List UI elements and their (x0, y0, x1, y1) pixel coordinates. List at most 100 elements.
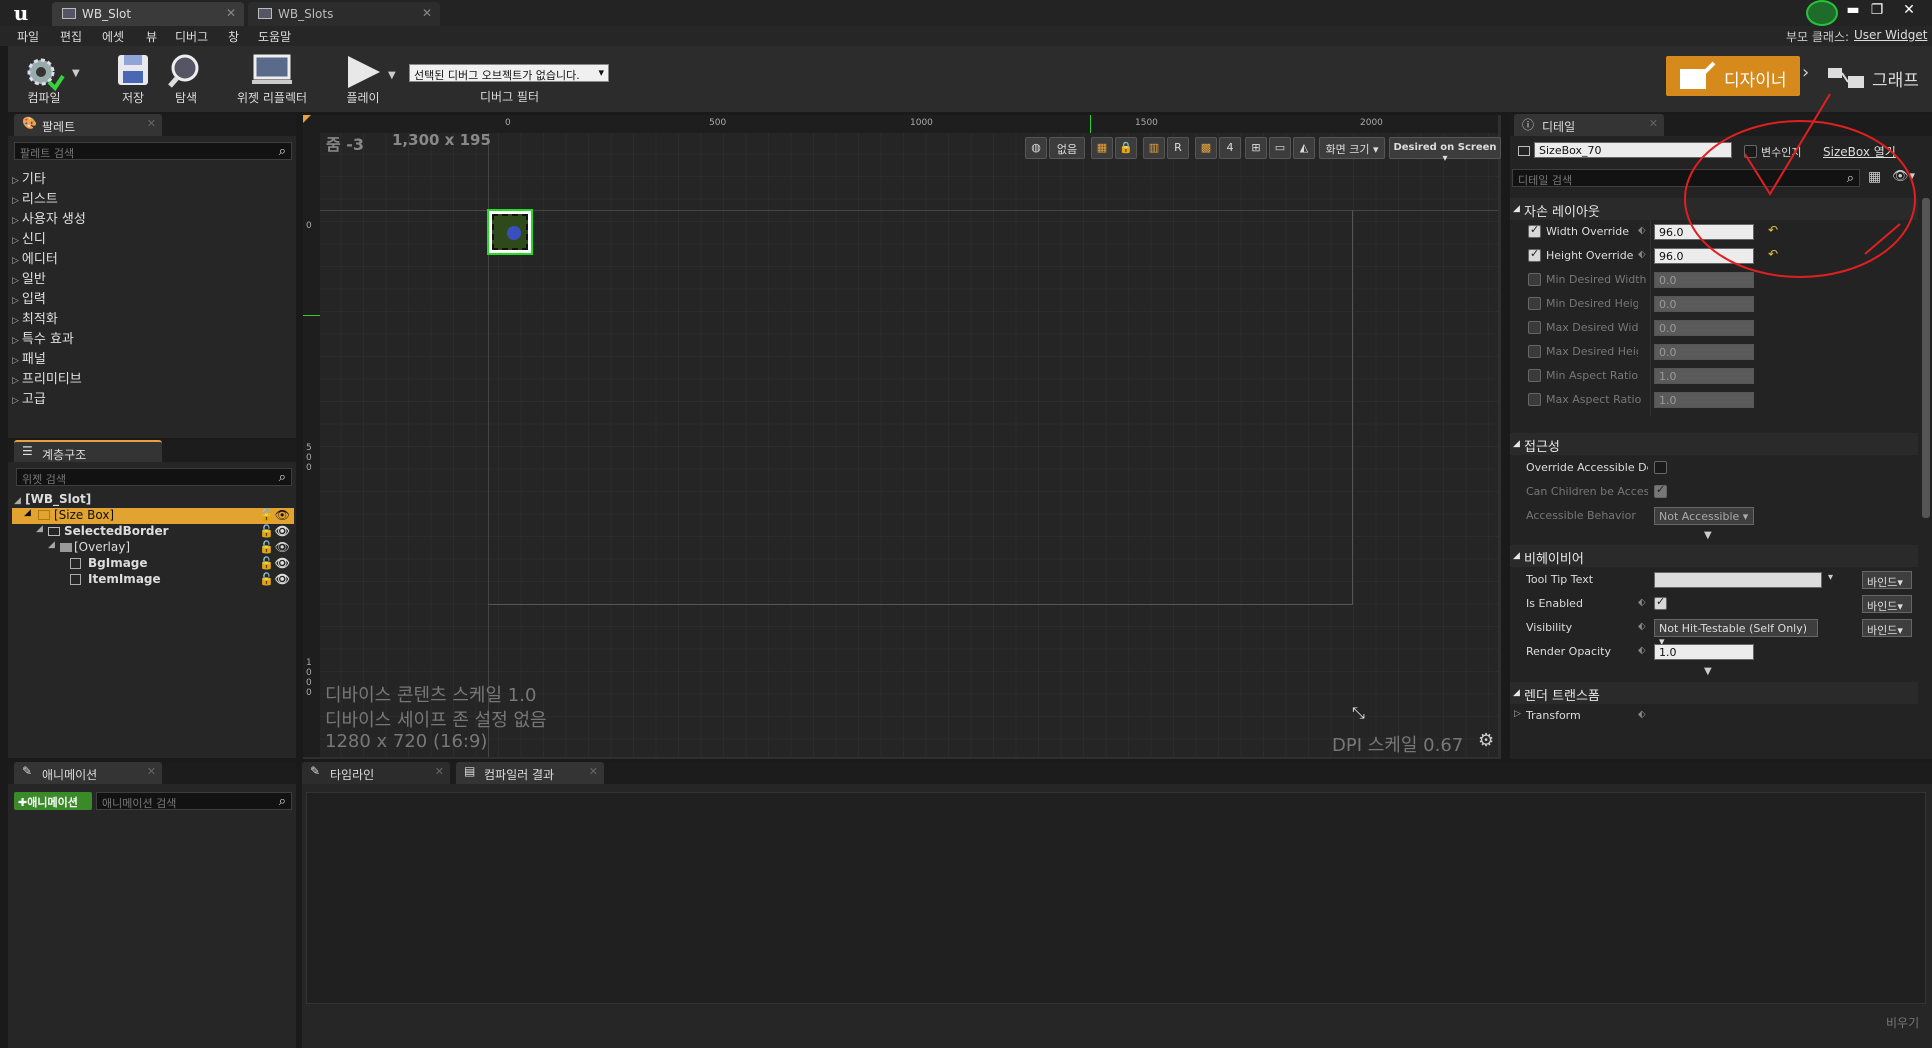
snap-toggle-button[interactable]: ▦ (1091, 137, 1113, 159)
hierarchy-row[interactable]: ◢ [WB_Slot] (14, 492, 294, 508)
compile-button[interactable]: 컴파일 (12, 46, 76, 110)
expand-advanced-icon[interactable]: ▼ (1704, 530, 1712, 541)
menu-window[interactable]: 창 (228, 28, 239, 45)
menu-file[interactable]: 파일 (17, 28, 39, 45)
close-icon[interactable]: ✕ (226, 6, 236, 20)
palette-search-input[interactable]: 팔레트 검색 ⌕ (14, 142, 292, 160)
bind-button[interactable]: 바인드▾ (1862, 619, 1912, 637)
eye-icon[interactable]: 👁 (275, 508, 290, 522)
play-options-chevron-icon[interactable]: ▼ (388, 70, 396, 81)
maximize-button[interactable]: ❐ (1866, 2, 1888, 20)
mirror-button[interactable]: ◭ (1293, 137, 1315, 159)
widget-search-input[interactable]: 위젯 검색 ⌕ (16, 468, 292, 486)
palette-category[interactable]: ▷ 프리미티브 (12, 368, 82, 387)
palette-category[interactable]: ▷ 사용자 생성 (12, 208, 86, 227)
width-override-checkbox[interactable] (1528, 223, 1541, 238)
close-window-button[interactable]: ✕ (1898, 2, 1920, 20)
close-icon[interactable]: ✕ (147, 765, 156, 778)
palette-category[interactable]: ▷ 에디터 (12, 248, 58, 267)
designer-viewport[interactable]: 0 500 1000 1500 2000 0 500 1000 줌 -3 1,3… (303, 115, 1501, 759)
menu-debug[interactable]: 디버그 (175, 28, 208, 45)
parent-class-link[interactable]: User Widget (1854, 28, 1927, 42)
lock-icon[interactable]: 🔓 (259, 572, 274, 586)
max-aspect-ratio-checkbox[interactable] (1528, 393, 1541, 406)
grid-size-button[interactable]: 4 (1219, 137, 1241, 159)
minimize-button[interactable]: ▬ (1842, 2, 1864, 20)
palette-category[interactable]: ▷ 리스트 (12, 188, 58, 207)
palette-category[interactable]: ▷ 일반 (12, 268, 46, 287)
add-animation-button[interactable]: ✚애니메이션 (14, 792, 92, 810)
fill-mode-dropdown[interactable]: Desired on Screen ▾ (1389, 137, 1501, 164)
screen-size-dropdown[interactable]: 화면 크기 ▾ (1319, 137, 1385, 159)
widget-reflector-button[interactable]: 위젯 리플렉터 (230, 46, 314, 110)
resize-handle-icon[interactable]: ⤡ (1352, 703, 1365, 723)
hierarchy-row[interactable]: BgImage 🔓 👁 (12, 556, 294, 572)
tooltip-text-input[interactable] (1654, 572, 1822, 588)
tab-animations[interactable]: ✎ 애니메이션 ✕ (14, 762, 162, 784)
visibility-select[interactable]: Not Hit-Testable (Self Only) ▾ (1654, 619, 1818, 648)
selected-widget-sizebox[interactable] (487, 209, 533, 255)
palette-category[interactable]: ▷ 신디 (12, 228, 46, 247)
section-render-transform[interactable]: ◢ 렌더 트랜스폼 (1510, 682, 1918, 704)
animation-search-input[interactable]: 애니메이션 검색 ⌕ (96, 792, 292, 810)
hierarchy-row[interactable]: ◢ SelectedBorder 🔓 👁 (12, 524, 294, 540)
save-button[interactable]: 저장 (108, 46, 158, 110)
menu-edit[interactable]: 편집 (60, 28, 82, 45)
palette-category[interactable]: ▷ 고급 (12, 388, 46, 407)
design-canvas[interactable]: 줌 -3 1,300 x 195 디바이스 콘텐츠 스케일 1.0 디바이스 세… (320, 133, 1498, 757)
grid-snap-button[interactable]: ▩ (1195, 137, 1217, 159)
eye-icon[interactable]: 👁 (275, 540, 290, 554)
lock-icon[interactable]: 🔓 (259, 556, 274, 570)
details-scrollbar[interactable] (1922, 198, 1930, 518)
hierarchy-row-selected[interactable]: ◢ [Size Box] 🔓 👁 (12, 508, 294, 524)
layout-toggle-button[interactable]: ▥ (1143, 137, 1165, 159)
is-enabled-checkbox[interactable] (1654, 595, 1667, 610)
max-desired-height-value[interactable]: 0.0 (1654, 344, 1754, 360)
clear-button[interactable]: 비우기 (1886, 1014, 1919, 1031)
min-aspect-ratio-value[interactable]: 1.0 (1654, 368, 1754, 384)
debug-object-select[interactable]: 선택된 디버그 오브젝트가 없습니다. ▾ (409, 64, 609, 82)
lock-icon[interactable]: 🔓 (259, 540, 274, 554)
menu-view[interactable]: 뷰 (146, 28, 157, 45)
tab-wb-slot[interactable]: WB_Slot ✕ (52, 2, 244, 26)
bind-button[interactable]: 바인드▾ (1862, 571, 1912, 589)
tab-timeline[interactable]: ✎ 타임라인 ✕ (302, 762, 450, 784)
fit-button[interactable]: ⊞ (1245, 137, 1267, 159)
source-control-status-icon[interactable] (1806, 0, 1838, 26)
palette-category[interactable]: ▷ 특수 효과 (12, 328, 74, 347)
hierarchy-row[interactable]: ItemImage 🔓 👁 (12, 572, 294, 588)
compile-options-chevron-icon[interactable]: ▼ (72, 68, 80, 79)
max-desired-width-checkbox[interactable] (1528, 321, 1541, 334)
tab-wb-slots[interactable]: WB_Slots ✕ (248, 2, 440, 26)
lock-icon[interactable]: 🔓 (259, 524, 274, 538)
tab-compiler-results[interactable]: ▤ 컴파일러 결과 ✕ (456, 762, 604, 784)
menu-asset[interactable]: 에셋 (102, 28, 124, 45)
override-accessible-checkbox[interactable] (1654, 461, 1667, 474)
render-opacity-value[interactable]: 1.0 (1654, 644, 1754, 660)
eye-icon[interactable]: 👁 (275, 556, 290, 570)
eye-icon[interactable]: 👁 (275, 524, 290, 538)
close-icon[interactable]: ✕ (422, 6, 432, 20)
expand-advanced-icon[interactable]: ▼ (1704, 666, 1712, 677)
flow-direction-button[interactable]: 없음 (1049, 137, 1085, 159)
eye-icon[interactable]: 👁 (275, 572, 290, 586)
max-aspect-ratio-value[interactable]: 1.0 (1654, 392, 1754, 408)
lock-toggle-button[interactable]: 🔒 (1115, 137, 1137, 159)
respect-locks-button[interactable]: R (1167, 137, 1189, 159)
palette-category[interactable]: ▷ 최적화 (12, 308, 58, 327)
menu-help[interactable]: 도움말 (258, 28, 291, 45)
background-button[interactable]: ▭ (1269, 137, 1291, 159)
tab-hierarchy[interactable]: ☰ 계층구조 (14, 440, 162, 462)
section-accessibility[interactable]: ◢ 접근성 (1510, 433, 1918, 455)
tab-details[interactable]: ⓘ 디테일 ✕ (1514, 114, 1664, 136)
close-icon[interactable]: ✕ (147, 117, 156, 130)
browse-button[interactable]: 탐색 (160, 46, 212, 110)
min-aspect-ratio-checkbox[interactable] (1528, 369, 1541, 382)
max-desired-height-checkbox[interactable] (1528, 345, 1541, 358)
min-desired-width-checkbox[interactable] (1528, 273, 1541, 286)
tab-palette[interactable]: 🎨 팔레트 ✕ (14, 114, 162, 136)
palette-category[interactable]: ▷ 패널 (12, 348, 46, 367)
close-icon[interactable]: ✕ (435, 765, 444, 778)
expand-arrow-icon[interactable]: ▷ (1514, 709, 1521, 719)
palette-category[interactable]: ▷ 기타 (12, 168, 46, 187)
